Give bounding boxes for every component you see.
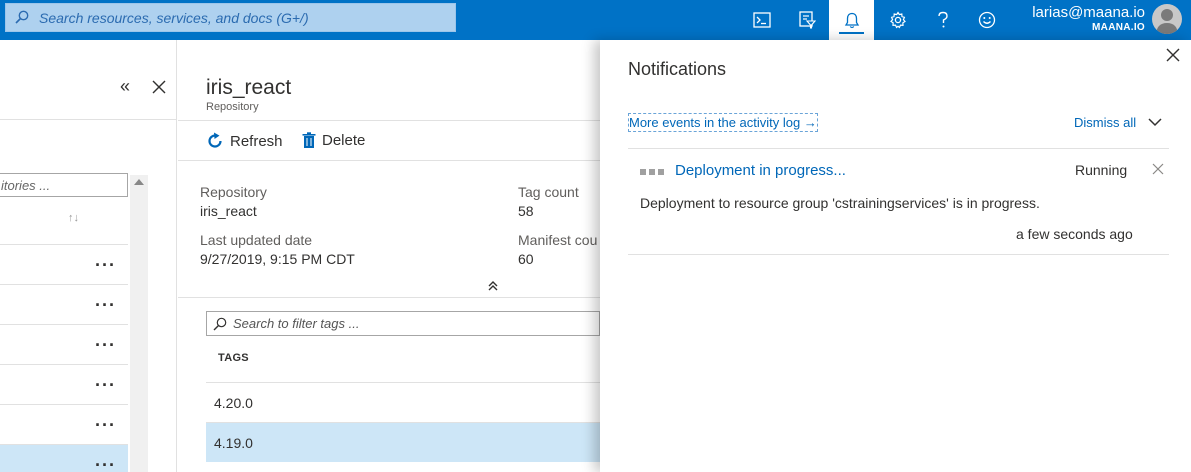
essentials-label: Tag count (518, 184, 579, 200)
divider (628, 148, 1169, 149)
essentials-manifest-count: Manifest cou 60 (518, 231, 597, 269)
user-organization: MAANA.IO (1092, 22, 1145, 33)
repository-filter-input[interactable]: itories ... (0, 173, 128, 197)
delete-button[interactable]: Delete (302, 132, 365, 149)
list-item[interactable]: ··· (0, 324, 128, 364)
tags-column-header[interactable]: TAGS (218, 352, 249, 364)
search-placeholder: Search resources, services, and docs (G+… (39, 10, 309, 26)
refresh-label: Refresh (230, 132, 283, 150)
help-icon (937, 11, 948, 28)
notification-timestamp: a few seconds ago (1016, 226, 1133, 242)
essentials-label: Manifest cou (518, 232, 598, 248)
more-options-icon[interactable]: ··· (95, 375, 116, 396)
list-item[interactable]: ··· (0, 404, 128, 444)
top-navigation-bar: Search resources, services, and docs (G+… (0, 0, 1191, 40)
command-bar: Refresh Delete (178, 120, 600, 161)
tag-filter-placeholder: Search to filter tags ... (233, 316, 360, 331)
divider (628, 254, 1169, 255)
user-email: larias@maana.io (1032, 4, 1145, 21)
activity-log-link[interactable]: More events in the activity log → (628, 113, 818, 132)
delete-label: Delete (322, 132, 366, 149)
list-item-selected[interactable]: ··· (0, 444, 128, 472)
search-icon (213, 317, 227, 331)
repositories-blade: « itories ... ↑↓ ··· ··· ··· ··· ··· ··· (0, 40, 177, 472)
scrollbar[interactable] (130, 175, 148, 472)
tag-name: 4.19.0 (214, 435, 253, 451)
cloud-shell-button[interactable] (739, 0, 784, 40)
notifications-bell-icon (844, 12, 859, 28)
notification-status: Running (1075, 162, 1128, 178)
essentials-value: 9/27/2019, 9:15 PM CDT (200, 251, 355, 267)
user-avatar-icon (1156, 9, 1178, 34)
chevron-down-icon[interactable] (1148, 118, 1162, 127)
notification-title[interactable]: Deployment in progress... (675, 162, 846, 179)
close-icon[interactable] (1164, 46, 1182, 64)
repository-filter-placeholder: itories ... (1, 178, 51, 193)
repositories-blade-header: « (0, 40, 176, 120)
more-options-icon[interactable]: ··· (95, 295, 116, 316)
repository-list: ··· ··· ··· ··· ··· ··· (0, 244, 128, 472)
progress-dots-icon (640, 169, 664, 175)
feedback-smiley-icon (978, 11, 995, 29)
directory-filter-button[interactable] (784, 0, 829, 40)
repository-blade: iris_react Repository Refresh Delete Rep… (178, 40, 600, 472)
list-item[interactable]: ··· (0, 364, 128, 404)
collapse-blade-icon[interactable]: « (120, 76, 130, 97)
dismiss-notification-icon[interactable] (1152, 163, 1164, 175)
dismiss-all-link[interactable]: Dismiss all (1074, 115, 1136, 130)
more-options-icon[interactable]: ··· (95, 335, 116, 356)
table-row[interactable]: 4.20.0 (206, 382, 600, 422)
list-item[interactable]: ··· (0, 284, 128, 324)
avatar[interactable] (1152, 4, 1182, 34)
help-button[interactable] (920, 0, 965, 40)
settings-gear-icon (889, 11, 906, 29)
essentials-last-updated: Last updated date 9/27/2019, 9:15 PM CDT (200, 231, 355, 269)
more-options-icon[interactable]: ··· (95, 255, 116, 276)
notification-description: Deployment to resource group 'cstraining… (640, 195, 1040, 211)
divider (178, 297, 600, 298)
essentials-repository: Repository iris_react (200, 183, 267, 221)
essentials-value: iris_react (200, 203, 257, 219)
essentials-label: Repository (200, 184, 267, 200)
essentials-label: Last updated date (200, 232, 313, 248)
tag-name: 4.20.0 (214, 395, 253, 411)
trash-icon (302, 132, 316, 148)
sort-icon[interactable]: ↑↓ (68, 212, 79, 224)
page-subtitle: Repository (206, 101, 259, 113)
more-options-icon[interactable]: ··· (95, 455, 116, 472)
scroll-up-arrow-icon[interactable] (134, 179, 144, 185)
collapse-essentials-icon[interactable] (488, 280, 498, 295)
search-icon (15, 10, 29, 24)
account-menu[interactable]: larias@maana.io MAANA.IO (1032, 4, 1145, 33)
more-options-icon[interactable]: ··· (95, 415, 116, 436)
refresh-icon (208, 132, 222, 148)
list-item[interactable]: ··· (0, 244, 128, 284)
feedback-button[interactable] (964, 0, 1009, 40)
notifications-panel: Notifications More events in the activit… (600, 40, 1191, 472)
notifications-title: Notifications (628, 59, 727, 79)
directory-filter-icon (798, 11, 816, 29)
refresh-button[interactable]: Refresh (206, 132, 283, 150)
essentials-value: 60 (518, 251, 534, 267)
notifications-button[interactable] (829, 0, 874, 40)
page-title: iris_react (206, 76, 292, 99)
essentials-tag-count: Tag count 58 (518, 183, 579, 221)
essentials-value: 58 (518, 203, 534, 219)
global-search-input[interactable]: Search resources, services, and docs (G+… (5, 3, 456, 32)
tag-filter-input[interactable]: Search to filter tags ... (206, 311, 600, 336)
table-row-selected[interactable]: 4.19.0 (206, 422, 600, 462)
close-blade-icon[interactable] (152, 80, 166, 94)
settings-button[interactable] (875, 0, 920, 40)
cloud-shell-icon (752, 12, 771, 28)
